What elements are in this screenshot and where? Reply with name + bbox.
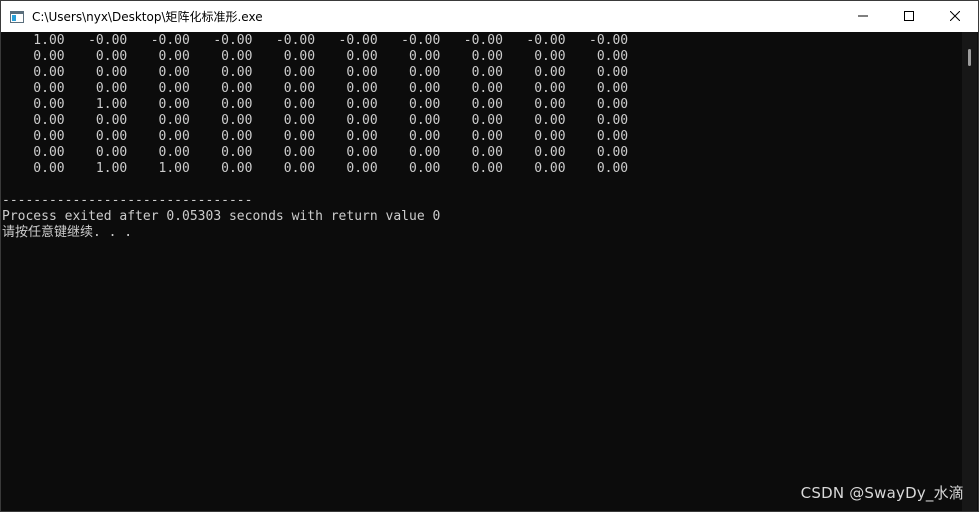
console-line: 请按任意键继续. . .: [2, 225, 133, 240]
console-line: 1.00 -0.00 -0.00 -0.00 -0.00 -0.00 -0.00…: [2, 33, 629, 48]
console-line: --------------------------------: [2, 193, 253, 208]
close-icon: [949, 10, 961, 24]
minimize-button[interactable]: [840, 1, 886, 32]
console-line: 0.00 1.00 0.00 0.00 0.00 0.00 0.00 0.00 …: [2, 97, 629, 112]
console-line: 0.00 0.00 0.00 0.00 0.00 0.00 0.00 0.00 …: [2, 113, 629, 128]
console-line: 0.00 0.00 0.00 0.00 0.00 0.00 0.00 0.00 …: [2, 145, 629, 160]
console-output[interactable]: 1.00 -0.00 -0.00 -0.00 -0.00 -0.00 -0.00…: [1, 32, 963, 511]
scrollbar-thumb[interactable]: [968, 49, 971, 66]
console-line: 0.00 0.00 0.00 0.00 0.00 0.00 0.00 0.00 …: [2, 129, 629, 144]
console-line: Process exited after 0.05303 seconds wit…: [2, 209, 441, 224]
watermark: CSDN @SwayDy_水滴: [800, 484, 964, 502]
console-line: 0.00 1.00 1.00 0.00 0.00 0.00 0.00 0.00 …: [2, 161, 629, 176]
close-button[interactable]: [932, 1, 978, 32]
console-window: C:\Users\nyx\Desktop\矩阵化标准形.exe 1.00 -0.…: [0, 0, 979, 512]
maximize-icon: [904, 10, 914, 24]
vertical-scrollbar[interactable]: [962, 32, 977, 511]
console-line: 0.00 0.00 0.00 0.00 0.00 0.00 0.00 0.00 …: [2, 49, 629, 64]
console-line: 0.00 0.00 0.00 0.00 0.00 0.00 0.00 0.00 …: [2, 65, 629, 80]
console-text: 1.00 -0.00 -0.00 -0.00 -0.00 -0.00 -0.00…: [1, 32, 963, 241]
maximize-button[interactable]: [886, 1, 932, 32]
minimize-icon: [858, 10, 868, 24]
console-app-icon: [10, 10, 24, 23]
console-line: 0.00 0.00 0.00 0.00 0.00 0.00 0.00 0.00 …: [2, 81, 629, 96]
title-bar[interactable]: C:\Users\nyx\Desktop\矩阵化标准形.exe: [1, 1, 978, 32]
window-title: C:\Users\nyx\Desktop\矩阵化标准形.exe: [32, 10, 263, 24]
